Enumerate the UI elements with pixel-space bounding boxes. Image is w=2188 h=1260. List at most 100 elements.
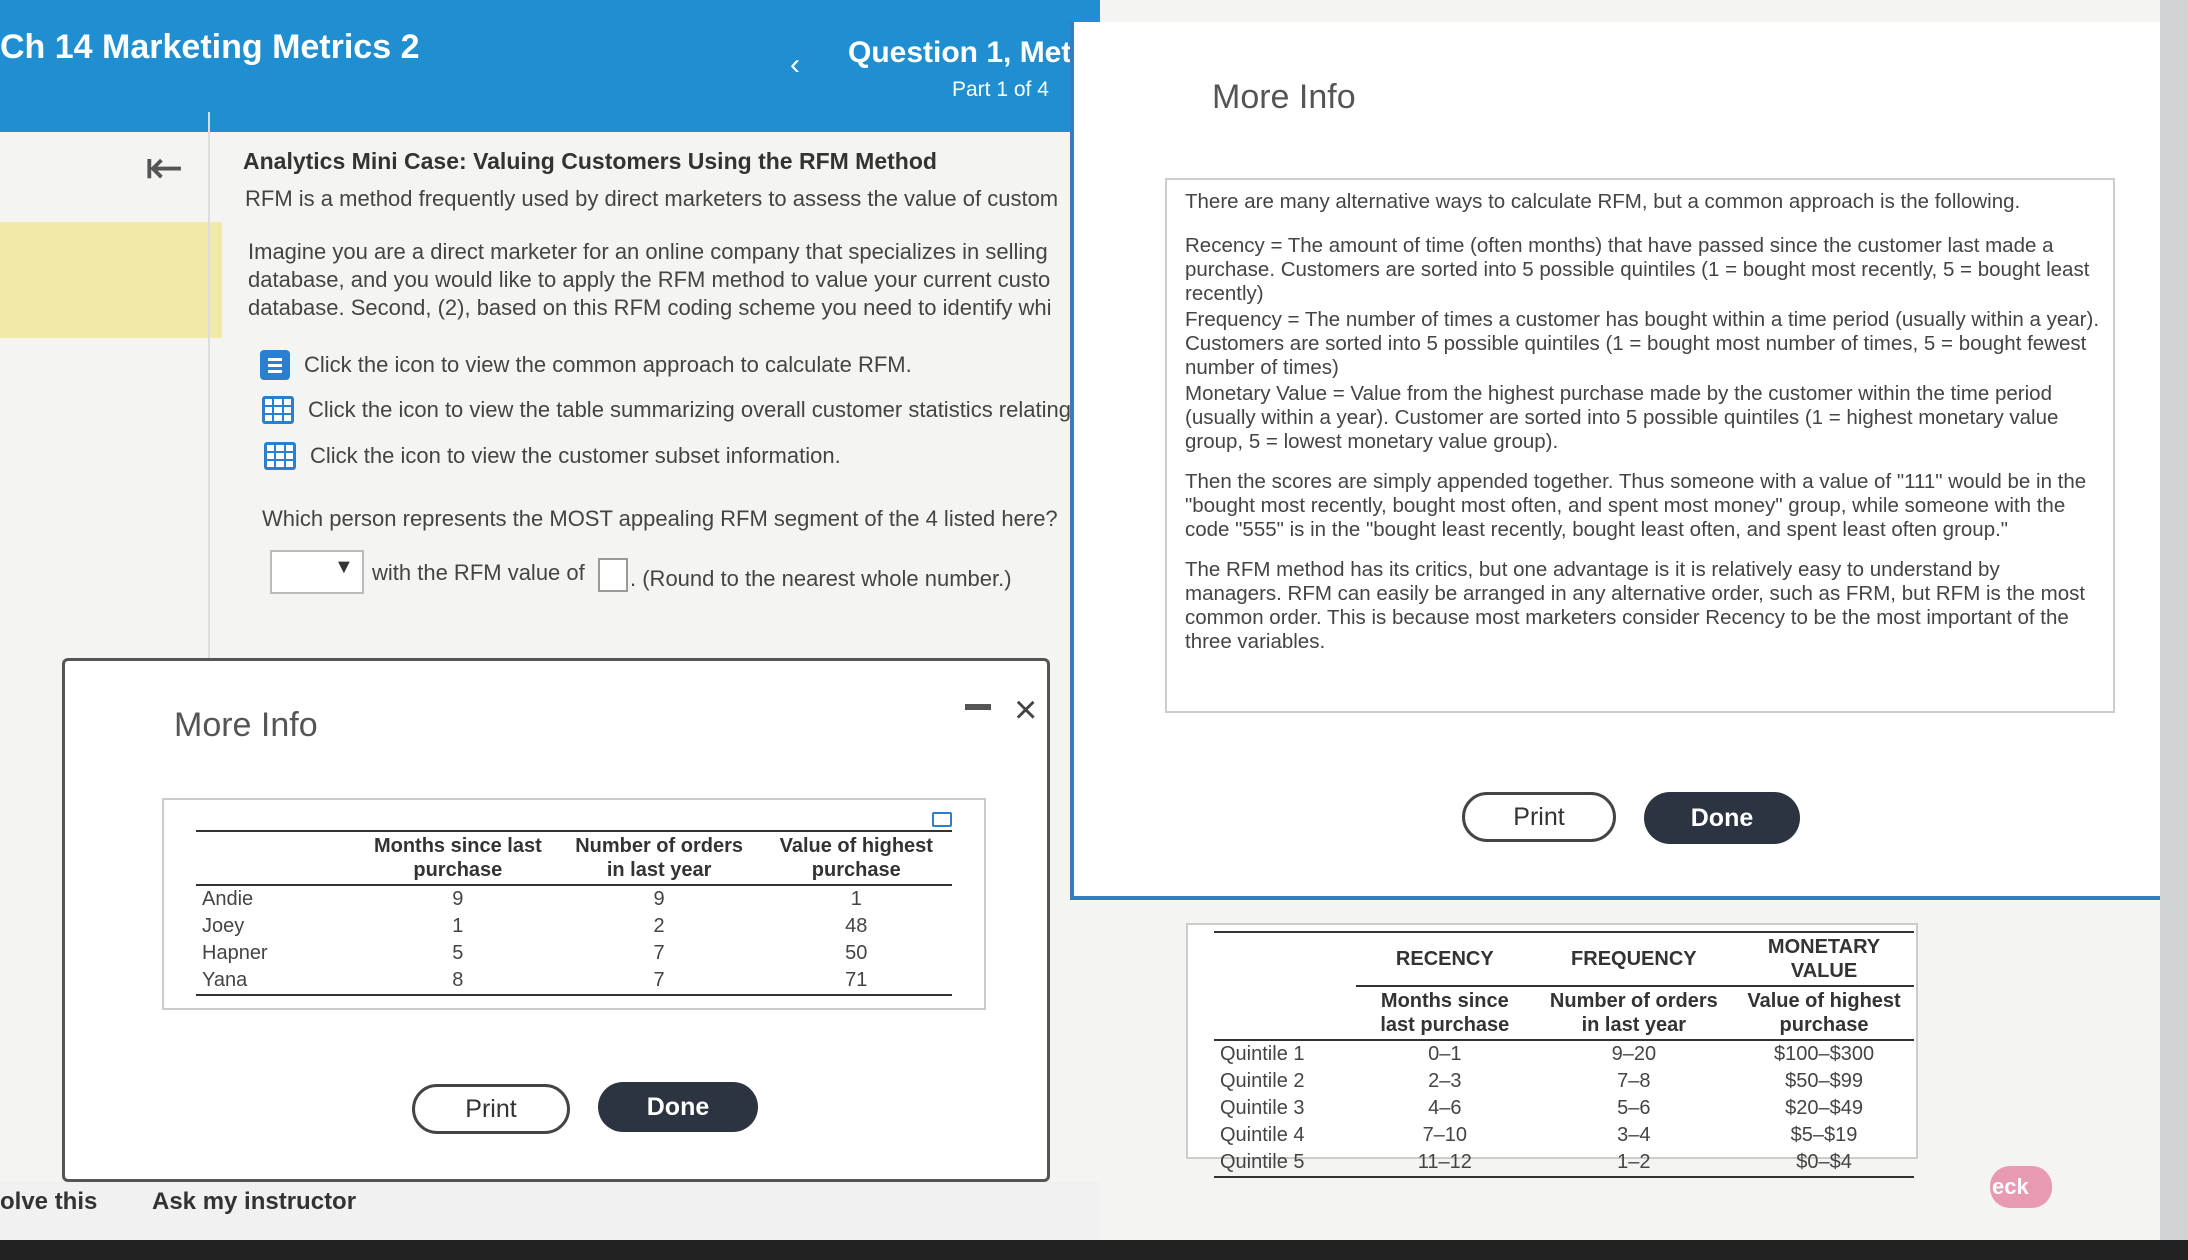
quintile-table-link[interactable]: Click the icon to view the table summari… <box>262 396 1071 424</box>
cell: $50–$99 <box>1785 1070 1863 1092</box>
table-row: Yana 8 7 71 <box>196 967 952 995</box>
scenario-line: database, and you would like to apply th… <box>248 267 1051 292</box>
recency-definition: Recency = The amount of time (often mont… <box>1185 234 2090 305</box>
rfm-approach-link[interactable]: Click the icon to view the common approa… <box>260 350 912 380</box>
dialog-title: More Info <box>1212 78 1356 116</box>
copy-table-icon[interactable] <box>932 812 952 827</box>
table-icon[interactable] <box>264 442 296 470</box>
quintile-table-panel: RECENCY FREQUENCY MONETARY VALUE Months … <box>1186 923 1918 1177</box>
cell: 9 <box>452 888 464 910</box>
table-row: Joey 1 2 48 <box>196 913 952 940</box>
document-icon[interactable] <box>260 350 290 380</box>
col-header: Value of highest purchase <box>1747 990 1901 1036</box>
cell: 2 <box>653 915 665 937</box>
link-label[interactable]: Click the icon to view the table summari… <box>308 397 1071 423</box>
explanation-intro: There are many alternative ways to calcu… <box>1185 190 2021 213</box>
cell: 9 <box>653 888 665 910</box>
customer-subset-table: Months since last purchase Number of ord… <box>162 798 986 1010</box>
minimize-icon[interactable] <box>965 704 991 710</box>
print-button[interactable]: Print <box>1462 792 1616 842</box>
quintile-label: Quintile 3 <box>1220 1097 1305 1119</box>
table-row: Quintile 3 4–6 5–6 $20–$49 <box>1214 1095 1914 1122</box>
course-title: Ch 14 Marketing Metrics 2 <box>0 28 420 66</box>
scenario-line: Imagine you are a direct marketer for an… <box>248 239 1048 264</box>
customer-name: Joey <box>202 915 245 937</box>
customer-table: Months since last purchase Number of ord… <box>196 830 952 996</box>
monetary-definition: Monetary Value = Value from the highest … <box>1185 382 2059 453</box>
rounding-note: . (Round to the nearest whole number.) <box>630 566 1012 591</box>
group-header: RECENCY <box>1356 932 1534 987</box>
cell: 4–6 <box>1428 1097 1462 1119</box>
cell: 7 <box>653 969 665 991</box>
done-button[interactable]: Done <box>1644 792 1800 844</box>
cell: 1 <box>850 888 862 910</box>
cell: 7 <box>653 942 665 964</box>
done-button[interactable]: Done <box>598 1082 758 1132</box>
link-label[interactable]: Click the icon to view the common approa… <box>304 352 912 378</box>
critics-explanation: The RFM method has its critics, but one … <box>1185 558 2086 653</box>
print-button[interactable]: Print <box>412 1084 570 1134</box>
close-icon[interactable]: × <box>1014 688 1037 733</box>
col-header: Number of orders in last year <box>1549 990 1718 1036</box>
cell: 7–10 <box>1422 1124 1468 1146</box>
cell: 8 <box>452 969 464 991</box>
cell: 7–8 <box>1617 1070 1651 1092</box>
customer-subset-link[interactable]: Click the icon to view the customer subs… <box>264 442 841 470</box>
table-row: Andie 9 9 1 <box>196 885 952 913</box>
quintile-table: RECENCY FREQUENCY MONETARY VALUE Months … <box>1214 931 1914 1178</box>
scenario-text: Imagine you are a direct marketer for an… <box>248 238 1051 322</box>
intro-text: RFM is a method frequently used by direc… <box>245 186 1059 211</box>
answer-prompt: with the RFM value of <box>372 560 585 585</box>
cell: 50 <box>845 942 868 964</box>
cell: $0–$4 <box>1796 1151 1852 1173</box>
screen-bezel <box>0 1240 2188 1260</box>
sidebar-highlight <box>0 222 222 338</box>
cell: 1–2 <box>1617 1151 1651 1173</box>
table-row: Hapner 5 7 50 <box>196 940 952 967</box>
cell: 71 <box>845 969 868 991</box>
quintile-label: Quintile 1 <box>1220 1043 1305 1065</box>
question-text: Which person represents the MOST appeali… <box>262 506 1058 531</box>
collapse-panel-icon[interactable]: ⇤ <box>145 140 184 194</box>
col-header: Months since last purchase <box>373 835 542 881</box>
check-answer-button[interactable]: eck <box>1990 1166 2052 1208</box>
link-label[interactable]: Click the icon to view the customer subs… <box>310 443 841 469</box>
table-icon[interactable] <box>262 396 294 424</box>
frequency-definition: Frequency = The number of times a custom… <box>1185 308 2100 379</box>
cell: 48 <box>845 915 868 937</box>
cell: $20–$49 <box>1785 1097 1863 1119</box>
customer-name: Yana <box>202 969 248 991</box>
ask-instructor-link[interactable]: Ask my instructor <box>152 1188 356 1216</box>
cell: 2–3 <box>1428 1070 1462 1092</box>
rfm-explanation: There are many alternative ways to calcu… <box>1165 178 2115 713</box>
customer-name: Andie <box>202 888 254 910</box>
cell: $5–$19 <box>1790 1124 1858 1146</box>
cell: 9–20 <box>1611 1043 1657 1065</box>
table-row: Quintile 2 2–3 7–8 $50–$99 <box>1214 1068 1914 1095</box>
dropdown-arrow-icon[interactable]: ▼ <box>334 556 354 579</box>
customer-name: Hapner <box>202 942 268 964</box>
rfm-value-input[interactable] <box>598 558 628 592</box>
cell: 3–4 <box>1617 1124 1651 1146</box>
question-part: Part 1 of 4 <box>952 78 1049 101</box>
quintile-label: Quintile 2 <box>1220 1070 1305 1092</box>
case-title: Analytics Mini Case: Valuing Customers U… <box>243 148 937 174</box>
previous-question-chevron-icon[interactable]: ‹ <box>790 48 800 82</box>
col-header: Number of orders in last year <box>575 835 743 881</box>
table-row: Quintile 1 0–1 9–20 $100–$300 <box>1214 1040 1914 1068</box>
group-header: FREQUENCY <box>1533 932 1735 987</box>
divider <box>208 112 210 662</box>
quintile-label: Quintile 4 <box>1220 1124 1305 1146</box>
scores-explanation: Then the scores are simply appended toge… <box>1185 470 2087 541</box>
cell: 1 <box>452 915 464 937</box>
cell: 11–12 <box>1417 1151 1472 1173</box>
screen-edge <box>2160 0 2188 1260</box>
table-row: Quintile 4 7–10 3–4 $5–$19 <box>1214 1122 1914 1149</box>
table-row: Quintile 5 11–12 1–2 $0–$4 <box>1214 1149 1914 1177</box>
help-me-solve-link[interactable]: olve this <box>0 1188 97 1216</box>
quintile-label: Quintile 5 <box>1220 1151 1305 1173</box>
scenario-line: database. Second, (2), based on this RFM… <box>248 295 1052 320</box>
cell: 5 <box>452 942 464 964</box>
col-header: Value of highest purchase <box>779 835 933 881</box>
group-header: MONETARY VALUE <box>1734 932 1914 987</box>
